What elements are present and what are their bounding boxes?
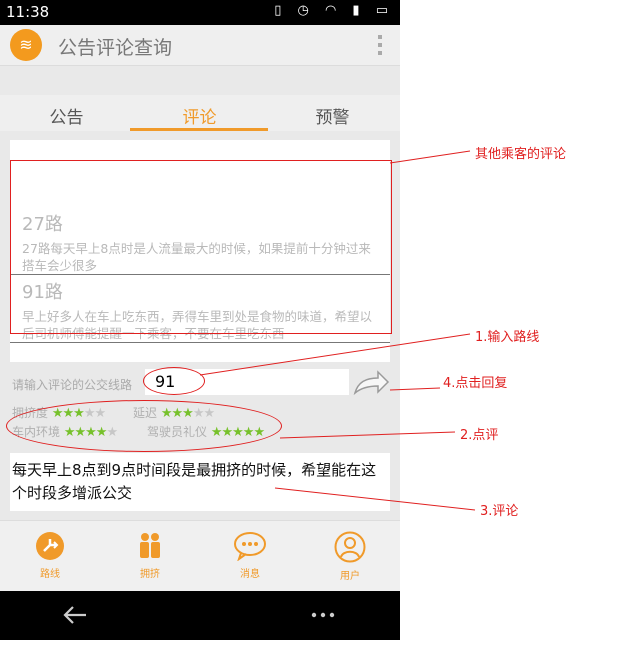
annotation-step2: 2.点评: [460, 428, 499, 443]
annotation-other-comments: 其他乘客的评论: [475, 147, 567, 162]
annotation-lines: [199, 150, 476, 511]
annotation-step4: 4.点击回复: [443, 376, 508, 391]
annotation-step3: 3.评论: [480, 504, 519, 519]
annotation-step1: 1.输入路线: [475, 330, 540, 345]
